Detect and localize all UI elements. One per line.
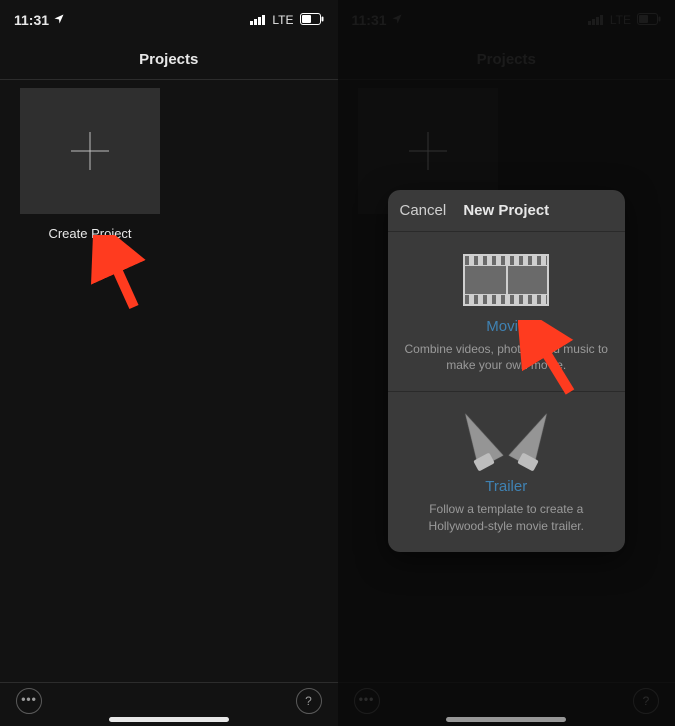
option-movie[interactable]: Movie Combine videos, photos, and music … bbox=[388, 232, 626, 392]
modal-header: Cancel New Project bbox=[388, 190, 626, 232]
option-trailer-desc: Follow a template to create a Hollywood-… bbox=[402, 501, 612, 533]
new-project-modal: Cancel New Project Movie Combine videos,… bbox=[388, 190, 626, 552]
spotlights-icon bbox=[402, 408, 612, 472]
more-horizontal-icon: ••• bbox=[21, 693, 37, 705]
status-bar: 11:31 LTE bbox=[0, 0, 338, 40]
help-circle-icon: ? bbox=[305, 695, 312, 707]
plus-icon bbox=[71, 132, 109, 170]
page-title: Projects bbox=[139, 51, 198, 68]
option-trailer[interactable]: Trailer Follow a template to create a Ho… bbox=[388, 392, 626, 551]
status-time: 11:31 bbox=[14, 12, 49, 28]
network-label: LTE bbox=[272, 13, 293, 27]
modal-title: New Project bbox=[463, 202, 549, 219]
cancel-button[interactable]: Cancel bbox=[400, 190, 447, 231]
page-title-bar: Projects bbox=[0, 40, 338, 80]
battery-half-icon bbox=[300, 12, 324, 28]
more-button[interactable]: ••• bbox=[16, 688, 42, 714]
location-arrow-icon bbox=[53, 12, 65, 28]
option-movie-desc: Combine videos, photos, and music to mak… bbox=[402, 341, 612, 373]
create-project-button[interactable]: Create Project bbox=[20, 88, 160, 241]
create-project-label: Create Project bbox=[48, 226, 131, 241]
phone-screen-left: 11:31 LTE Projects bbox=[0, 0, 338, 726]
phone-screen-right: 11:31 LTE Projects bbox=[338, 0, 675, 726]
cellular-signal-icon bbox=[250, 12, 266, 28]
option-trailer-title: Trailer bbox=[402, 478, 612, 495]
option-movie-title: Movie bbox=[402, 318, 612, 335]
home-indicator bbox=[109, 717, 229, 722]
help-button[interactable]: ? bbox=[296, 688, 322, 714]
content-area: Create Project bbox=[0, 88, 338, 681]
filmstrip-icon bbox=[402, 248, 612, 312]
create-project-tile[interactable] bbox=[20, 88, 160, 214]
